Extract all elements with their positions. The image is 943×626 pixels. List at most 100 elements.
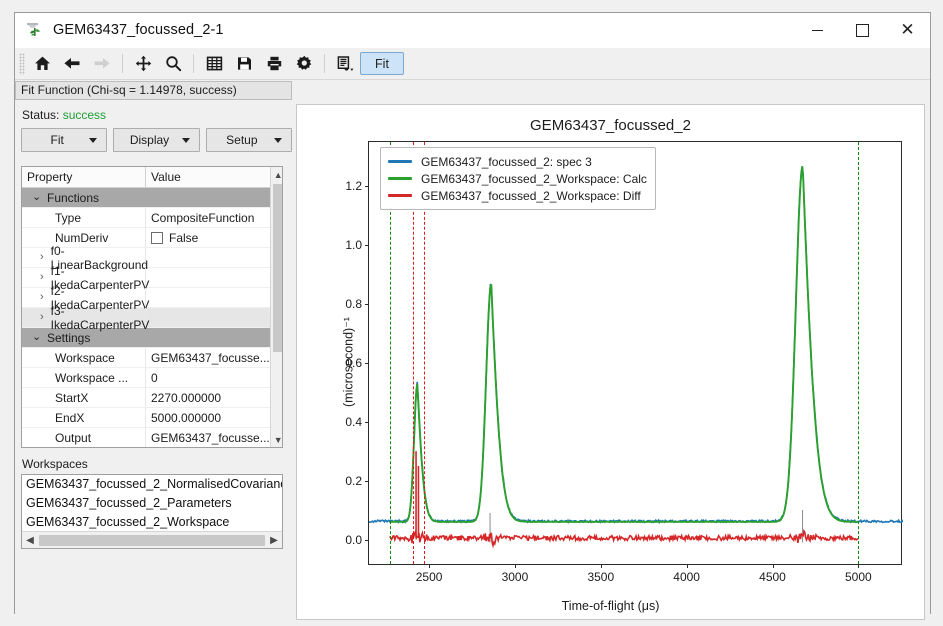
figure-canvas[interactable]: GEM63437_focussed_2 (microsecond)⁻¹ Time… [296,104,925,620]
property-tree-columns: Property Value ⌄ Functions Type CompositeFu… [22,167,270,447]
property-value: False [169,231,198,245]
legend-color-swatch [388,177,412,180]
scroll-right-icon[interactable]: ▶ [266,533,282,548]
property-value[interactable]: GEM63437_focusse... [151,351,270,365]
plot-toolbar: Fit [15,48,930,80]
fit-menu-button[interactable]: Fit [21,128,107,152]
plot-pane: GEM63437_focussed_2 (microsecond)⁻¹ Time… [292,100,930,626]
property-label: StartX [22,391,88,405]
fit-toolbar-button[interactable]: Fit [360,52,404,75]
list-item[interactable]: GEM63437_focussed_2_NormalisedCovariance… [22,475,282,494]
legend-entry[interactable]: GEM63437_focussed_2_Workspace: Calc [388,170,647,187]
setup-menu-button[interactable]: Setup [206,128,292,152]
script-generate-icon[interactable] [330,50,360,78]
property-label: Type [22,211,81,225]
display-menu-label: Display [130,133,169,147]
display-menu-button[interactable]: Display [113,128,199,152]
scroll-thumb[interactable] [273,184,283,352]
grid-icon[interactable] [199,50,229,78]
list-item[interactable]: GEM63437_focussed_2_Workspace [22,513,282,532]
table-row[interactable]: ⌄ Functions [22,188,270,208]
legend-color-swatch [388,194,412,197]
legend-color-swatch [388,160,412,163]
chevron-down-icon [274,138,282,143]
status-badge: success [63,108,106,122]
column-header-property[interactable]: Property [22,167,146,187]
property-value[interactable]: 0 [151,371,158,385]
table-row[interactable]: StartX 2270.000000 [22,388,270,408]
table-row[interactable]: ›f3-IkedaCarpenterPV [22,308,270,328]
maximize-button[interactable] [840,14,885,47]
property-value[interactable]: 5000.000000 [151,411,221,425]
scroll-thumb[interactable] [39,535,265,546]
group-label: Functions [47,191,99,205]
gear-icon[interactable] [289,50,319,78]
chevron-down-icon[interactable]: ⌄ [32,332,41,343]
title-bar: GEM63437_focussed_2-1 ✕ [15,13,930,48]
save-floppy-icon[interactable] [229,50,259,78]
mantid-plot-icon [24,19,46,41]
group-label: Settings [47,331,90,345]
property-label: NumDeriv [22,231,108,245]
main-body: Status: success Fit Display Setup [15,100,930,626]
property-label: EndX [22,411,84,425]
table-row[interactable]: Workspace GEM63437_focusse... [22,348,270,368]
workspaces-hscrollbar[interactable]: ◀ ▶ [22,531,282,548]
toolbar-separator [122,54,123,73]
toolbar-separator [324,54,325,73]
property-tree-header: Property Value [22,167,270,188]
endx-marker[interactable] [858,142,859,564]
close-button[interactable]: ✕ [885,14,930,47]
window-title: GEM63437_focussed_2-1 [53,22,224,38]
checkbox-icon[interactable] [151,232,163,244]
scroll-left-icon[interactable]: ◀ [22,533,38,548]
property-tree[interactable]: Property Value ⌄ Functions Type CompositeFu… [21,166,283,448]
fit-property-browser: Status: success Fit Display Setup [15,100,292,626]
scroll-up-icon[interactable]: ▲ [271,167,283,182]
column-header-value[interactable]: Value [146,167,270,187]
table-row[interactable]: OutputGEM63437_focusse... [22,428,270,448]
close-icon: ✕ [900,22,914,39]
workspaces-list[interactable]: GEM63437_focussed_2_NormalisedCovariance… [21,474,283,549]
status-line: Status: success [22,108,292,122]
scroll-track[interactable] [271,182,283,432]
pan-move-icon[interactable] [128,50,158,78]
table-row[interactable]: Type CompositeFunction [22,208,270,228]
chevron-right-icon[interactable]: › [40,272,44,283]
toolbar-drag-handle[interactable] [19,53,25,75]
chevron-down-icon[interactable]: ⌄ [32,192,41,203]
chart-legend[interactable]: GEM63437_focussed_2: spec 3GEM63437_focu… [380,147,656,210]
fit-button-row: Fit Display Setup [21,128,292,152]
property-value[interactable]: CompositeFunction [151,211,254,225]
table-row[interactable]: Workspace ...0 [22,368,270,388]
print-icon[interactable] [259,50,289,78]
maximize-icon [856,24,869,37]
legend-entry[interactable]: GEM63437_focussed_2: spec 3 [388,153,647,170]
property-value[interactable]: GEM63437_focusse... [151,431,270,445]
list-item[interactable]: GEM63437_focussed_2_Parameters [22,494,282,513]
property-value[interactable]: 2270.000000 [151,391,221,405]
property-tree-scrollbar[interactable]: ▲ ▼ [270,167,283,447]
chevron-right-icon[interactable]: › [40,292,44,303]
legend-entry[interactable]: GEM63437_focussed_2_Workspace: Diff [388,187,647,204]
home-icon[interactable] [27,50,57,78]
table-row[interactable]: EndX 5000.000000 [22,408,270,428]
chevron-right-icon[interactable]: › [40,252,44,263]
chevron-right-icon[interactable]: › [40,312,44,323]
fit-function-strip: Fit Function (Chi-sq = 1.14978, success) [15,80,930,100]
property-label: Workspace [22,351,115,365]
scroll-down-icon[interactable]: ▼ [271,432,283,447]
back-arrow-icon[interactable] [57,50,87,78]
forward-arrow-icon [87,50,117,78]
legend-label: GEM63437_focussed_2: spec 3 [421,155,592,169]
toolbar-separator [193,54,194,73]
table-row[interactable]: ⌄ Settings [22,328,270,348]
chevron-down-icon [182,138,190,143]
fit-menu-label: Fit [50,133,63,147]
status-label: Status: [22,108,59,122]
setup-menu-label: Setup [226,133,257,147]
zoom-magnifier-icon[interactable] [158,50,188,78]
application-window: GEM63437_focussed_2-1 ✕ [14,12,931,614]
minimize-button[interactable] [795,14,840,47]
series-spec3 [369,167,903,522]
